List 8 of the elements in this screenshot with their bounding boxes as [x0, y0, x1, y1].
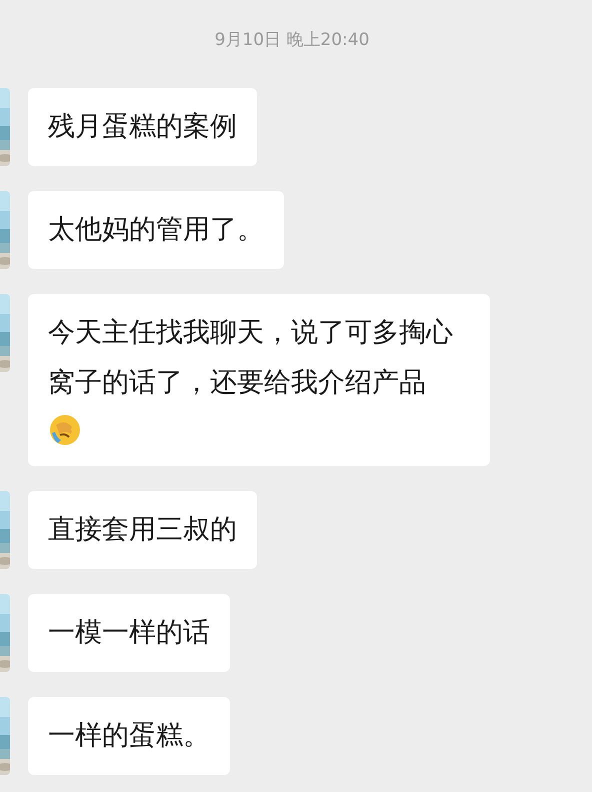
- message-text: 太他妈的管用了。: [48, 214, 264, 245]
- message-text: 直接套用三叔的: [48, 514, 237, 545]
- message-text: 残月蛋糕的案例: [48, 111, 237, 142]
- message-text: 今天主任找我聊天，说了可多掏心窝子的话了，还要给我介绍产品: [48, 317, 453, 398]
- message-text: 一样的蛋糕。: [48, 720, 210, 751]
- timestamp: 9月10日 晚上20:40: [214, 29, 370, 52]
- message-text: 一模一样的话: [48, 617, 210, 648]
- face-emoji-icon: [48, 413, 82, 447]
